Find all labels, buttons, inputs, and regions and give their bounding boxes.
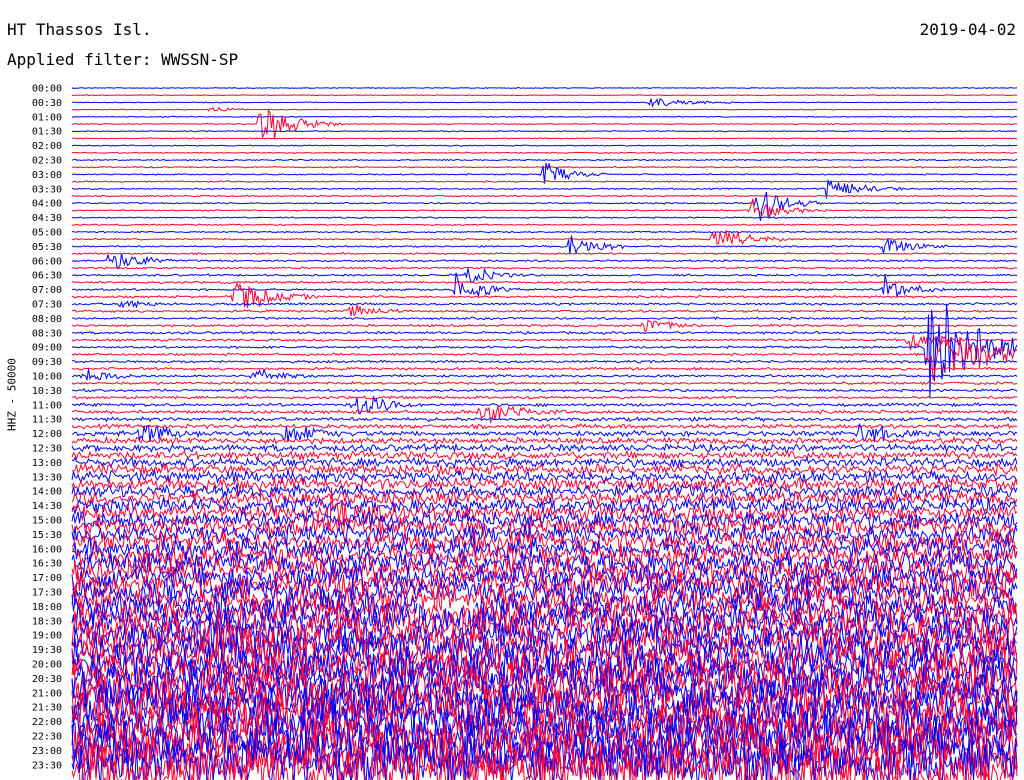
trace-line	[71, 106, 1018, 112]
trace-line	[71, 319, 1017, 333]
time-label: 17:30	[32, 588, 62, 599]
time-label: 00:30	[32, 98, 62, 109]
trace-line	[71, 151, 1018, 155]
time-label: 11:00	[32, 400, 62, 411]
trace-line	[71, 368, 1018, 381]
time-label: 21:30	[32, 703, 62, 714]
time-label: 03:00	[32, 170, 62, 181]
time-label: 23:30	[32, 760, 62, 771]
time-label: 05:00	[32, 228, 62, 239]
trace-line	[71, 366, 1018, 371]
time-label: 19:30	[32, 645, 62, 656]
trace-line	[71, 380, 1018, 386]
trace-line	[71, 251, 1018, 256]
trace-line	[71, 304, 1018, 317]
time-label: 03:30	[32, 184, 62, 195]
time-label: 04:30	[32, 213, 62, 224]
trace-line	[71, 442, 1018, 454]
trace-line	[71, 396, 1018, 415]
traces	[71, 86, 1018, 780]
time-label: 14:30	[32, 501, 62, 512]
trace-line	[71, 334, 1018, 351]
trace-line	[71, 198, 1018, 218]
trace-line	[71, 330, 1018, 335]
time-label: 09:30	[32, 357, 62, 368]
seismogram-plot: 00:00 00:30 01:00 01:30 02:00 02:30 03:00 03:30…	[32, 84, 1018, 780]
time-label: 09:00	[32, 343, 62, 354]
time-label: 05:30	[32, 242, 62, 253]
time-label: 22:00	[32, 717, 62, 728]
time-label: 06:30	[32, 271, 62, 282]
trace-line	[71, 115, 1018, 118]
time-label: 13:30	[32, 472, 62, 483]
trace-line	[71, 253, 1018, 268]
time-label: 16:30	[32, 559, 62, 570]
trace-line	[71, 316, 1017, 321]
trace-line	[71, 266, 1018, 270]
trace-line	[71, 216, 1018, 219]
trace-line	[71, 359, 1018, 364]
time-label: 15:30	[32, 530, 62, 541]
trace-line	[72, 98, 1018, 108]
time-label: 08:30	[32, 328, 62, 339]
time-label: 16:00	[32, 544, 62, 555]
time-label: 01:00	[32, 112, 62, 123]
trace-line	[71, 468, 1018, 485]
time-label: 07:00	[32, 285, 62, 296]
trace-line	[71, 268, 1018, 284]
trace-line	[71, 94, 1017, 97]
trace-line	[71, 482, 1018, 500]
trace-line	[71, 223, 1018, 227]
time-labels: 00:00 00:30 01:00 01:30 02:00 02:30 03:00 03:30…	[32, 84, 62, 772]
time-label: 00:00	[32, 84, 62, 95]
trace-line	[71, 137, 1017, 140]
time-label: 21:00	[32, 688, 62, 699]
trace-line	[71, 130, 1018, 133]
time-label: 12:00	[32, 429, 62, 440]
trace-line	[71, 395, 1018, 400]
time-label: 11:30	[32, 415, 62, 426]
time-label: 02:30	[32, 156, 62, 167]
time-label: 13:00	[32, 458, 62, 469]
time-label: 14:00	[32, 487, 62, 498]
trace-line	[71, 158, 1018, 162]
trace-line	[71, 449, 1018, 462]
time-label: 19:00	[32, 631, 62, 642]
time-label: 04:00	[32, 199, 62, 210]
trace-line	[71, 165, 1017, 169]
trace-line	[71, 335, 1018, 381]
time-label: 02:00	[32, 141, 62, 152]
time-label: 17:00	[32, 573, 62, 584]
trace-line	[71, 388, 1018, 393]
time-label: 10:00	[32, 372, 62, 383]
trace-line	[71, 108, 1018, 140]
trace-line	[71, 86, 1018, 90]
trace-line	[71, 162, 1018, 184]
trace-line	[71, 300, 1018, 309]
trace-line	[71, 416, 1018, 423]
trace-line	[71, 422, 1018, 431]
time-label: 20:30	[32, 674, 62, 685]
time-label: 23:00	[32, 746, 62, 757]
trace-line	[71, 144, 1017, 147]
time-label: 20:00	[32, 660, 62, 671]
trace-line	[71, 194, 1018, 198]
trace-line	[71, 230, 1018, 234]
time-label: 08:00	[32, 314, 62, 325]
time-label: 06:00	[32, 256, 62, 267]
time-label: 07:30	[32, 300, 62, 311]
time-label: 12:30	[32, 444, 62, 455]
time-label: 15:00	[32, 516, 62, 527]
time-label: 01:30	[32, 127, 62, 138]
time-label: 10:30	[32, 386, 62, 397]
time-label: 18:30	[32, 616, 62, 627]
trace-line	[71, 455, 1018, 470]
time-label: 18:00	[32, 602, 62, 613]
trace-line	[71, 280, 1018, 285]
time-label: 22:30	[32, 732, 62, 743]
